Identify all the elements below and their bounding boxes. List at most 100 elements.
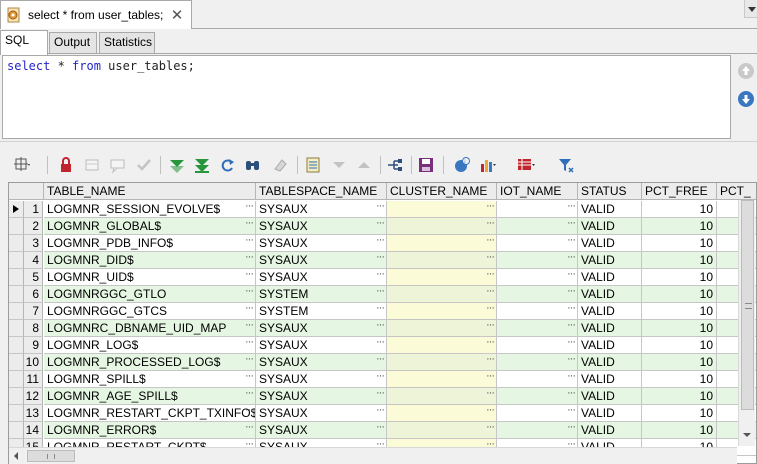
- result-grid[interactable]: TABLE_NAME TABLESPACE_NAME CLUSTER_NAME …: [8, 182, 757, 464]
- table-row[interactable]: 1 LOGMNR_SESSION_EVOLVE$ ··· SYSAUX ··· ··· ··…: [9, 201, 756, 218]
- cell-cluster-name[interactable]: ···: [387, 201, 497, 218]
- cell-tablespace-name[interactable]: SYSAUX ···: [256, 422, 387, 439]
- cell-table-name[interactable]: LOGMNR_PROCESSED_LOG$ ···: [44, 354, 256, 371]
- cell-cluster-name[interactable]: ···: [387, 354, 497, 371]
- table-row[interactable]: 12 LOGMNR_AGE_SPILL$ ··· SYSAUX ··· ··· ··· VAL…: [9, 388, 756, 405]
- cell-tablespace-name[interactable]: SYSAUX ···: [256, 354, 387, 371]
- cell-editor-button[interactable]: ···: [245, 388, 254, 401]
- lock-icon[interactable]: [57, 156, 75, 174]
- cell-editor-button[interactable]: ···: [486, 422, 495, 435]
- table-row[interactable]: 5 LOGMNR_UID$ ··· SYSAUX ··· ··· ··· VALID 10: [9, 269, 756, 286]
- single-record-icon[interactable]: [304, 156, 322, 174]
- connection-icon[interactable]: [386, 156, 404, 174]
- cell-editor-button[interactable]: ···: [567, 422, 576, 435]
- cell-editor-button[interactable]: ···: [376, 320, 385, 333]
- row-marker[interactable]: [9, 201, 24, 218]
- cell-editor-button[interactable]: ···: [486, 235, 495, 248]
- table-row[interactable]: 4 LOGMNR_DID$ ··· SYSAUX ··· ··· ··· VALID 10: [9, 252, 756, 269]
- cell-editor-button[interactable]: ···: [486, 405, 495, 418]
- cell-editor-button[interactable]: ···: [376, 201, 385, 214]
- cell-iot-name[interactable]: ···: [497, 422, 578, 439]
- cell-editor-button[interactable]: ···: [376, 422, 385, 435]
- cell-cluster-name[interactable]: ···: [387, 218, 497, 235]
- cell-tablespace-name[interactable]: SYSAUX ···: [256, 201, 387, 218]
- cell-editor-button[interactable]: ···: [245, 371, 254, 384]
- comment-icon[interactable]: [109, 156, 127, 174]
- vertical-scrollbar[interactable]: [738, 200, 755, 446]
- column-header-iot-name[interactable]: IOT_NAME: [497, 183, 578, 200]
- cell-table-name[interactable]: LOGMNR_DID$ ···: [44, 252, 256, 269]
- cell-status[interactable]: VALID: [578, 218, 642, 235]
- column-header-pct-used[interactable]: PCT_: [717, 183, 756, 200]
- table-row[interactable]: 14 LOGMNR_ERROR$ ··· SYSAUX ··· ··· ··· VALID 10: [9, 422, 756, 439]
- sort-asc-icon[interactable]: [355, 156, 373, 174]
- cell-cluster-name[interactable]: ···: [387, 269, 497, 286]
- cell-tablespace-name[interactable]: SYSAUX ···: [256, 235, 387, 252]
- table-row[interactable]: 9 LOGMNR_LOG$ ··· SYSAUX ··· ··· ··· VALID 10: [9, 337, 756, 354]
- cell-iot-name[interactable]: ···: [497, 286, 578, 303]
- cell-editor-button[interactable]: ···: [567, 320, 576, 333]
- cell-editor-button[interactable]: ···: [567, 371, 576, 384]
- cell-status[interactable]: VALID: [578, 252, 642, 269]
- cell-pct-free[interactable]: 10: [642, 286, 717, 303]
- cell-iot-name[interactable]: ···: [497, 252, 578, 269]
- cell-pct-free[interactable]: 10: [642, 371, 717, 388]
- cell-editor-button[interactable]: ···: [376, 252, 385, 265]
- cell-status[interactable]: VALID: [578, 371, 642, 388]
- cell-editor-button[interactable]: ···: [376, 388, 385, 401]
- cell-table-name[interactable]: LOGMNR_SPILL$ ···: [44, 371, 256, 388]
- cell-cluster-name[interactable]: ···: [387, 405, 497, 422]
- cell-editor-button[interactable]: ···: [376, 218, 385, 231]
- cell-editor-button[interactable]: ···: [486, 252, 495, 265]
- cell-status[interactable]: VALID: [578, 354, 642, 371]
- cell-table-name[interactable]: LOGMNRC_DBNAME_UID_MAP ···: [44, 320, 256, 337]
- cell-status[interactable]: VALID: [578, 201, 642, 218]
- cell-tablespace-name[interactable]: SYSAUX ···: [256, 269, 387, 286]
- cell-cluster-name[interactable]: ···: [387, 286, 497, 303]
- cell-editor-button[interactable]: ···: [245, 354, 254, 367]
- export-icon[interactable]: [517, 156, 535, 174]
- cell-editor-button[interactable]: ···: [567, 201, 576, 214]
- vertical-scroll-thumb[interactable]: [741, 200, 754, 410]
- column-header-tablespace-name[interactable]: TABLESPACE_NAME: [256, 183, 387, 200]
- cell-editor-button[interactable]: ···: [567, 235, 576, 248]
- cell-editor-button[interactable]: ···: [245, 405, 254, 418]
- cell-editor-button[interactable]: ···: [376, 235, 385, 248]
- cell-editor-button[interactable]: ···: [486, 320, 495, 333]
- cell-editor-button[interactable]: ···: [486, 269, 495, 282]
- cell-tablespace-name[interactable]: SYSAUX ···: [256, 405, 387, 422]
- cell-pct-free[interactable]: 10: [642, 337, 717, 354]
- cell-pct-free[interactable]: 10: [642, 388, 717, 405]
- cell-pct-free[interactable]: 10: [642, 405, 717, 422]
- tab-sql[interactable]: SQL: [0, 30, 48, 55]
- cell-cluster-name[interactable]: ···: [387, 371, 497, 388]
- fetch-next-icon[interactable]: [168, 156, 186, 174]
- cell-tablespace-name[interactable]: SYSAUX ···: [256, 218, 387, 235]
- cell-editor-button[interactable]: ···: [245, 303, 254, 316]
- cell-table-name[interactable]: LOGMNR_UID$ ···: [44, 269, 256, 286]
- cell-editor-button[interactable]: ···: [486, 303, 495, 316]
- cell-pct-free[interactable]: 10: [642, 269, 717, 286]
- tab-statistics[interactable]: Statistics: [99, 32, 155, 53]
- cell-cluster-name[interactable]: ···: [387, 388, 497, 405]
- cell-editor-button[interactable]: ···: [567, 354, 576, 367]
- cell-table-name[interactable]: LOGMNR_RESTART_CKPT_TXINFO$ ···: [44, 405, 256, 422]
- cell-editor-button[interactable]: ···: [376, 371, 385, 384]
- table-row[interactable]: 13 LOGMNR_RESTART_CKPT_TXINFO$ ··· SYSAUX ··…: [9, 405, 756, 422]
- cell-iot-name[interactable]: ···: [497, 201, 578, 218]
- cell-tablespace-name[interactable]: SYSAUX ···: [256, 337, 387, 354]
- cell-iot-name[interactable]: ···: [497, 303, 578, 320]
- cell-tablespace-name[interactable]: SYSAUX ···: [256, 320, 387, 337]
- cell-editor-button[interactable]: ···: [376, 337, 385, 350]
- cell-editor-button[interactable]: ···: [245, 218, 254, 231]
- table-row[interactable]: 8 LOGMNRC_DBNAME_UID_MAP ··· SYSAUX ··· ··· ··…: [9, 320, 756, 337]
- find-icon[interactable]: [244, 156, 262, 174]
- cell-status[interactable]: VALID: [578, 388, 642, 405]
- cell-status[interactable]: VALID: [578, 286, 642, 303]
- cell-table-name[interactable]: LOGMNRGGC_GTLO ···: [44, 286, 256, 303]
- cell-editor-button[interactable]: ···: [567, 269, 576, 282]
- column-header-table-name[interactable]: TABLE_NAME: [44, 183, 256, 200]
- cell-status[interactable]: VALID: [578, 320, 642, 337]
- cell-status[interactable]: VALID: [578, 269, 642, 286]
- cell-pct-free[interactable]: 10: [642, 303, 717, 320]
